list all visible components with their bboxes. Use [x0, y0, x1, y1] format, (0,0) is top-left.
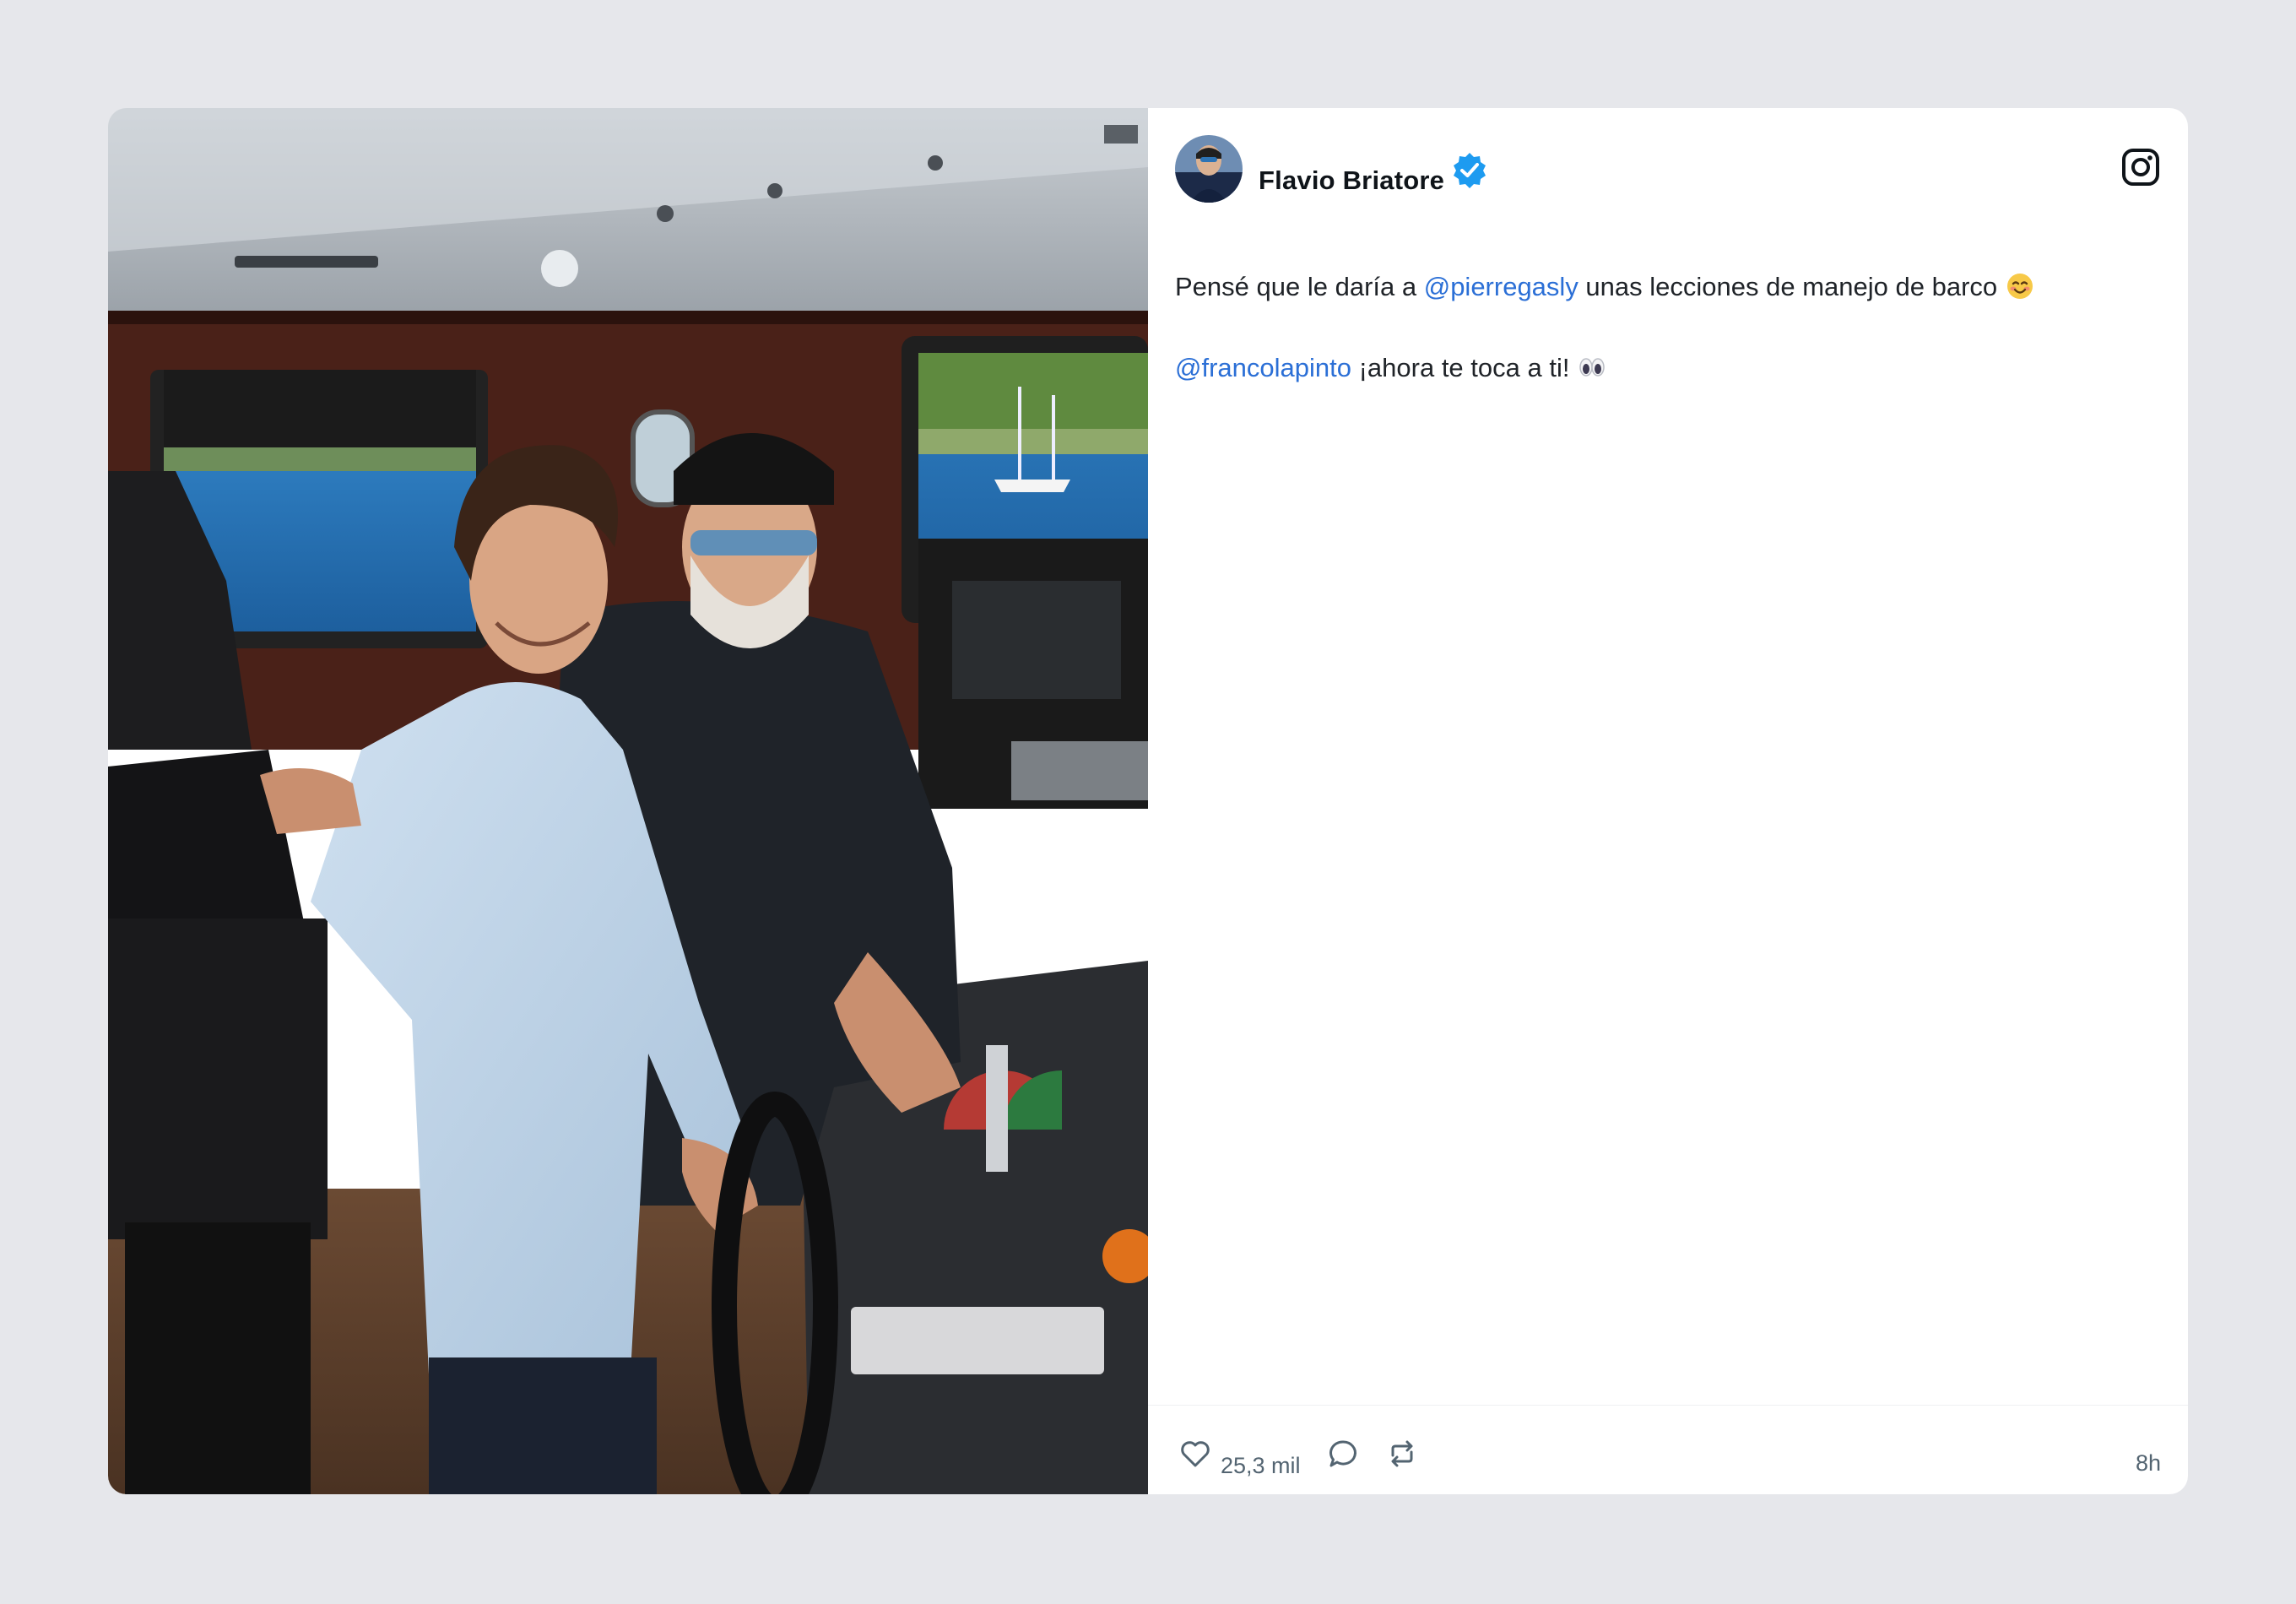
verified-badge-icon — [1454, 153, 1486, 188]
post-photo[interactable] — [108, 108, 1148, 1494]
post-actions: 25,3 mil — [1178, 1433, 1444, 1479]
heart-icon — [1181, 1441, 1210, 1467]
post-content: Flavio Briatore Pensé que le daría a @pi… — [1148, 108, 2188, 1494]
like-count: 25,3 mil — [1221, 1453, 1301, 1478]
post-card: Flavio Briatore Pensé que le daría a @pi… — [108, 108, 2188, 1494]
post-text: Pensé que le daría a @pierregasly unas l… — [1175, 270, 2146, 432]
text-segment: Pensé que le daría a — [1175, 272, 1424, 301]
text-segment: ¡ahora te toca a ti! — [1351, 353, 1570, 382]
repost-button[interactable] — [1385, 1437, 1419, 1479]
author: Flavio Briatore — [1259, 153, 1488, 196]
like-button[interactable]: 25,3 mil — [1178, 1437, 1301, 1479]
divider — [1148, 1405, 2188, 1406]
instagram-icon[interactable] — [2120, 147, 2161, 187]
post-timestamp[interactable]: 8h — [2136, 1450, 2161, 1477]
mention-link-pierregasly[interactable]: @pierregasly — [1424, 272, 1578, 301]
post-text-line-2: @francolapinto ¡ahora te toca a ti! — [1175, 351, 2146, 385]
smiling-face-icon — [2007, 274, 2033, 299]
post-text-line-1: Pensé que le daría a @pierregasly unas l… — [1175, 270, 2146, 304]
text-segment: unas lecciones de manejo de barco — [1578, 272, 1998, 301]
author-name[interactable]: Flavio Briatore — [1259, 165, 1444, 196]
eyes-icon — [1579, 358, 1606, 377]
mention-link-francolapinto[interactable]: @francolapinto — [1175, 353, 1351, 382]
avatar[interactable] — [1175, 135, 1243, 203]
comment-button[interactable] — [1326, 1437, 1360, 1479]
comment-icon — [1329, 1440, 1356, 1467]
repost-icon — [1391, 1440, 1413, 1467]
